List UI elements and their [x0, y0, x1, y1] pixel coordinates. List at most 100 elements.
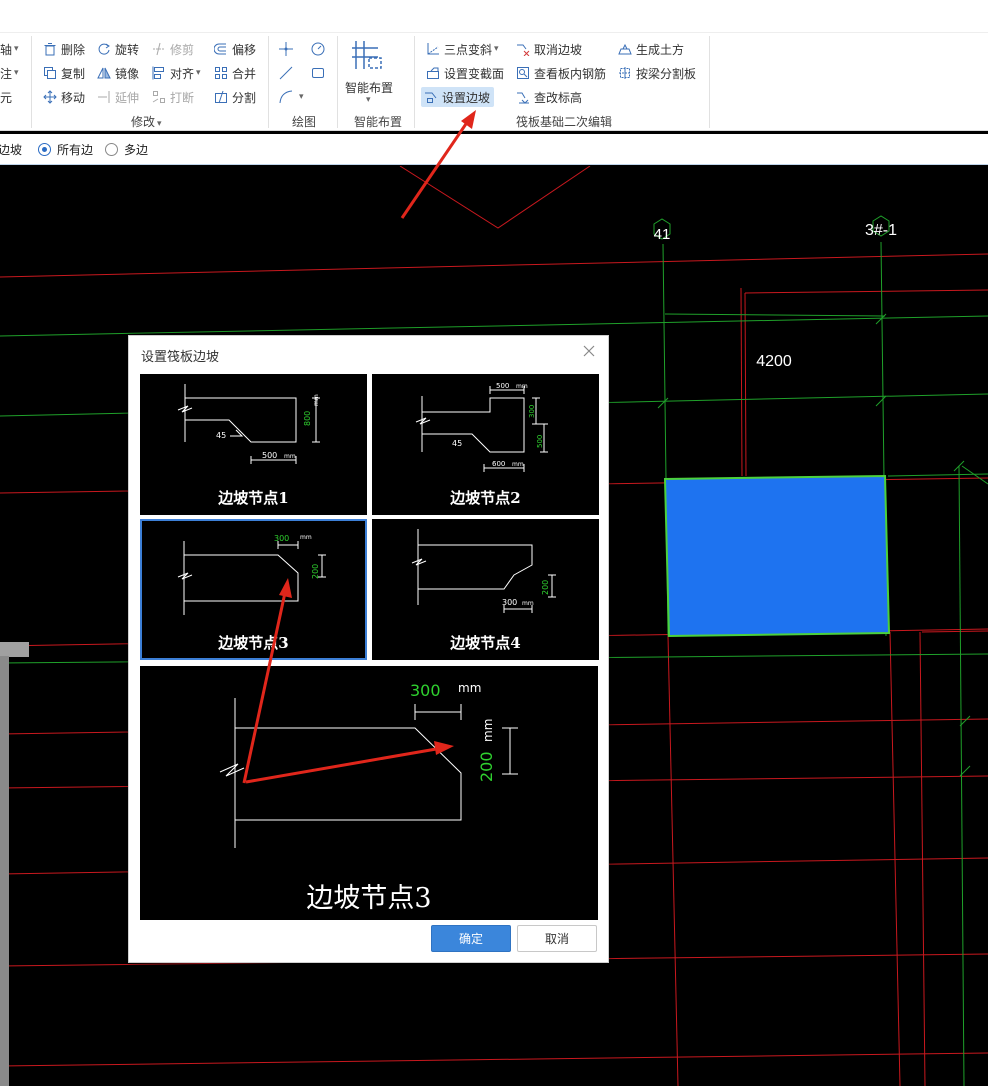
node1-unit-v: mm [313, 394, 320, 406]
offset-icon [213, 41, 229, 57]
chevron-down-icon: ▾ [157, 119, 162, 129]
node3-unit: mm [300, 534, 312, 541]
slope-node-4-option[interactable]: 200 300 mm 边坡节点4 [372, 519, 599, 660]
circle-tool-button[interactable] [310, 39, 329, 59]
offset-button[interactable]: 偏移 [213, 39, 256, 59]
cancel-slope-button[interactable]: 取消边坡 [515, 39, 582, 59]
node1-height: 800 [303, 411, 312, 426]
dialog-title: 设置筏板边坡 [141, 350, 220, 365]
smart-layout-button[interactable]: 智能布置 ▾ [343, 38, 397, 108]
chevron-down-icon: ▾ [494, 44, 499, 54]
move-button[interactable]: 移动 [42, 87, 85, 107]
generate-earthwork-label: 生成土方 [636, 42, 685, 57]
move-icon [42, 89, 58, 105]
modify-group-label[interactable]: 修改 ▾ [131, 113, 162, 130]
view-rebar-button[interactable]: 查看板内钢筋 [515, 63, 606, 83]
extend-label: 延伸 [115, 90, 140, 105]
merge-label: 合并 [232, 66, 257, 81]
set-raft-slope-dialog: 设置筏板边坡 800 mm 45 500 mm 边坡节点1 500 mm 300… [128, 335, 609, 963]
align-button[interactable]: 对齐 ▾ [151, 63, 201, 83]
ribbon-toolbar: 轴 ▾ 注 ▾ 元 删除 旋转 修剪 偏移 复制 镜像 对齐 ▾ 合并 移动 延伸 打… [0, 0, 988, 131]
break-icon [151, 89, 167, 105]
point-tool-button[interactable] [278, 39, 297, 59]
preview-unit-top: mm [458, 681, 481, 695]
node2-step-height: 300 [528, 405, 536, 418]
rectangle-icon [310, 65, 326, 81]
copy-button[interactable]: 复制 [42, 63, 85, 83]
node1-width: 500 [262, 451, 277, 460]
node3-height: 200 [311, 564, 320, 579]
trim-icon [151, 41, 167, 57]
axis-label-41: 41 [654, 226, 671, 243]
split-by-beam-icon [617, 65, 633, 81]
merge-button[interactable]: 合并 [213, 63, 256, 83]
cancel-button[interactable]: 取消 [517, 925, 597, 952]
preview-height-value: 200 [477, 751, 496, 782]
slope-node-3-caption: 边坡节点3 [218, 634, 289, 652]
generate-earthwork-button[interactable]: 生成土方 [617, 39, 684, 59]
mirror-icon [96, 65, 112, 81]
three-point-slope-button[interactable]: 三点变斜 ▾ [425, 39, 499, 59]
node4-unit: mm [522, 600, 534, 607]
mirror-button[interactable]: 镜像 [96, 63, 139, 83]
trim-button[interactable]: 修剪 [151, 39, 194, 59]
rect-tool-button[interactable] [310, 63, 329, 83]
chevron-down-icon: ▾ [366, 95, 371, 105]
delete-button[interactable]: 删除 [42, 39, 85, 59]
slope-node-3-option[interactable]: 300 mm 200 边坡节点3 [140, 519, 367, 660]
element-button[interactable]: 元 [0, 87, 12, 107]
option-bar: 边坡 所有边 多边 [0, 134, 988, 165]
line-tool-button[interactable] [278, 63, 297, 83]
change-elevation-button[interactable]: 查改标高 [515, 87, 582, 107]
set-section-button[interactable]: 设置变截面 [425, 63, 504, 83]
point-icon [278, 41, 294, 57]
break-button[interactable]: 打断 [151, 87, 194, 107]
slope-icon [425, 41, 441, 57]
node2-base-height: 500 [536, 435, 544, 448]
axis-button[interactable]: 轴 ▾ [0, 39, 19, 59]
rotate-button[interactable]: 旋转 [96, 39, 139, 59]
merge-icon [213, 65, 229, 81]
annotate-label: 注 [0, 66, 13, 81]
close-icon [583, 345, 595, 357]
modify-group-text: 修改 [131, 115, 156, 129]
split-label: 分割 [232, 90, 257, 105]
radio-all-edges-label: 所有边 [57, 142, 94, 157]
smart-layout-icon [352, 38, 386, 75]
split-by-beam-label: 按梁分割板 [636, 66, 697, 81]
split-button[interactable]: 分割 [213, 87, 256, 107]
copy-label: 复制 [61, 66, 86, 81]
arc-tool-button[interactable]: ▾ [278, 87, 304, 107]
draw-group-label: 绘图 [292, 115, 317, 129]
slope-node-4-caption: 边坡节点4 [450, 634, 521, 652]
group-divider [31, 36, 32, 128]
chevron-down-icon: ▾ [196, 68, 201, 78]
extend-icon [96, 89, 112, 105]
close-button[interactable] [580, 342, 598, 360]
gray-beam [0, 656, 9, 1086]
raft-group-label: 筏板基础二次编辑 [516, 115, 613, 129]
set-slope-button[interactable]: 设置边坡 [421, 87, 495, 107]
slope-label-cut: 边坡 [0, 142, 23, 157]
align-icon [151, 65, 167, 81]
radio-all-edges[interactable]: 所有边 [38, 141, 93, 158]
ok-button[interactable]: 确定 [431, 925, 511, 952]
line-icon [278, 65, 294, 81]
selected-raft-slab[interactable] [663, 474, 891, 638]
section-icon [425, 65, 441, 81]
radio-multi-edges[interactable]: 多边 [105, 141, 148, 158]
group-divider [414, 36, 415, 128]
view-rebar-label: 查看板内钢筋 [534, 66, 607, 81]
extend-button[interactable]: 延伸 [96, 87, 139, 107]
split-by-beam-button[interactable]: 按梁分割板 [617, 63, 696, 83]
cancel-slope-label: 取消边坡 [534, 42, 583, 57]
slope-node-2-option[interactable]: 500 mm 300 500 45 600 mm 边坡节点2 [372, 374, 599, 515]
node1-unit-h: mm [284, 453, 296, 460]
elevation-icon [515, 89, 531, 105]
preview-unit-side: mm [481, 719, 495, 742]
group-divider [337, 36, 338, 128]
slope-node-1-option[interactable]: 800 mm 45 500 mm 边坡节点1 [140, 374, 367, 515]
annotate-button[interactable]: 注 ▾ [0, 63, 19, 83]
set-section-label: 设置变截面 [444, 66, 505, 81]
change-elevation-label: 查改标高 [534, 90, 583, 105]
